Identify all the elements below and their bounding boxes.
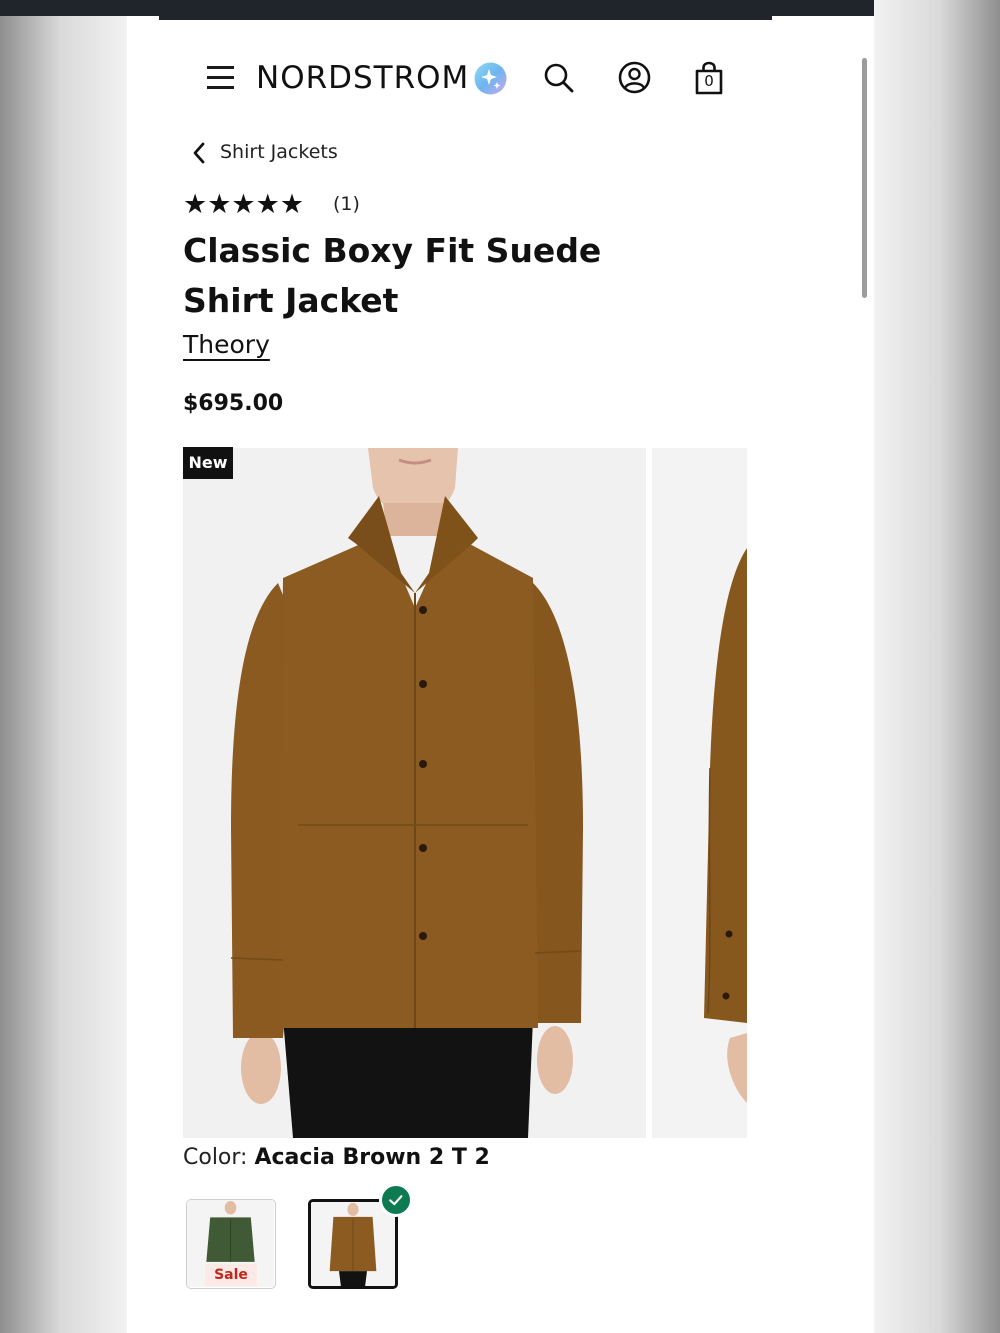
ai-sparkle-icon[interactable] [474, 62, 507, 95]
color-value: Acacia Brown 2 T 2 [254, 1145, 490, 1170]
account-icon[interactable] [618, 61, 651, 94]
product-image-main[interactable] [183, 448, 646, 1138]
sale-tag: Sale [205, 1264, 257, 1286]
color-label: Color: [183, 1145, 248, 1170]
shopping-bag-icon[interactable]: 0 [694, 60, 724, 96]
color-swatch-green[interactable]: Sale [186, 1199, 276, 1289]
site-logo[interactable]: NORDSTROM [256, 57, 469, 99]
selected-color: Color: Acacia Brown 2 T 2 [183, 1145, 490, 1170]
browser-progress-strip [159, 16, 772, 20]
product-price: $695.00 [183, 391, 284, 416]
brand-link[interactable]: Theory [183, 330, 270, 359]
product-image-next[interactable] [652, 448, 747, 1138]
breadcrumb-label: Shirt Jackets [220, 141, 338, 163]
chevron-left-icon [193, 142, 205, 164]
menu-icon[interactable] [207, 66, 234, 90]
search-icon[interactable] [543, 62, 575, 94]
rating-stars: ★★★★★ [183, 189, 305, 220]
product-image-gallery[interactable] [183, 448, 747, 1138]
checkmark-icon [379, 1183, 413, 1217]
browser-top-bar [127, 0, 874, 16]
site-header: NORDSTROM 0 [127, 55, 874, 101]
bag-count: 0 [704, 72, 714, 90]
new-badge: New [183, 447, 233, 479]
review-count[interactable]: (1) [333, 193, 360, 215]
product-title: Classic Boxy Fit Suede Shirt Jacket [183, 231, 602, 320]
product-page: NORDSTROM 0 Shirt Jackets ★★★★★ (1) Clas… [127, 0, 874, 1333]
